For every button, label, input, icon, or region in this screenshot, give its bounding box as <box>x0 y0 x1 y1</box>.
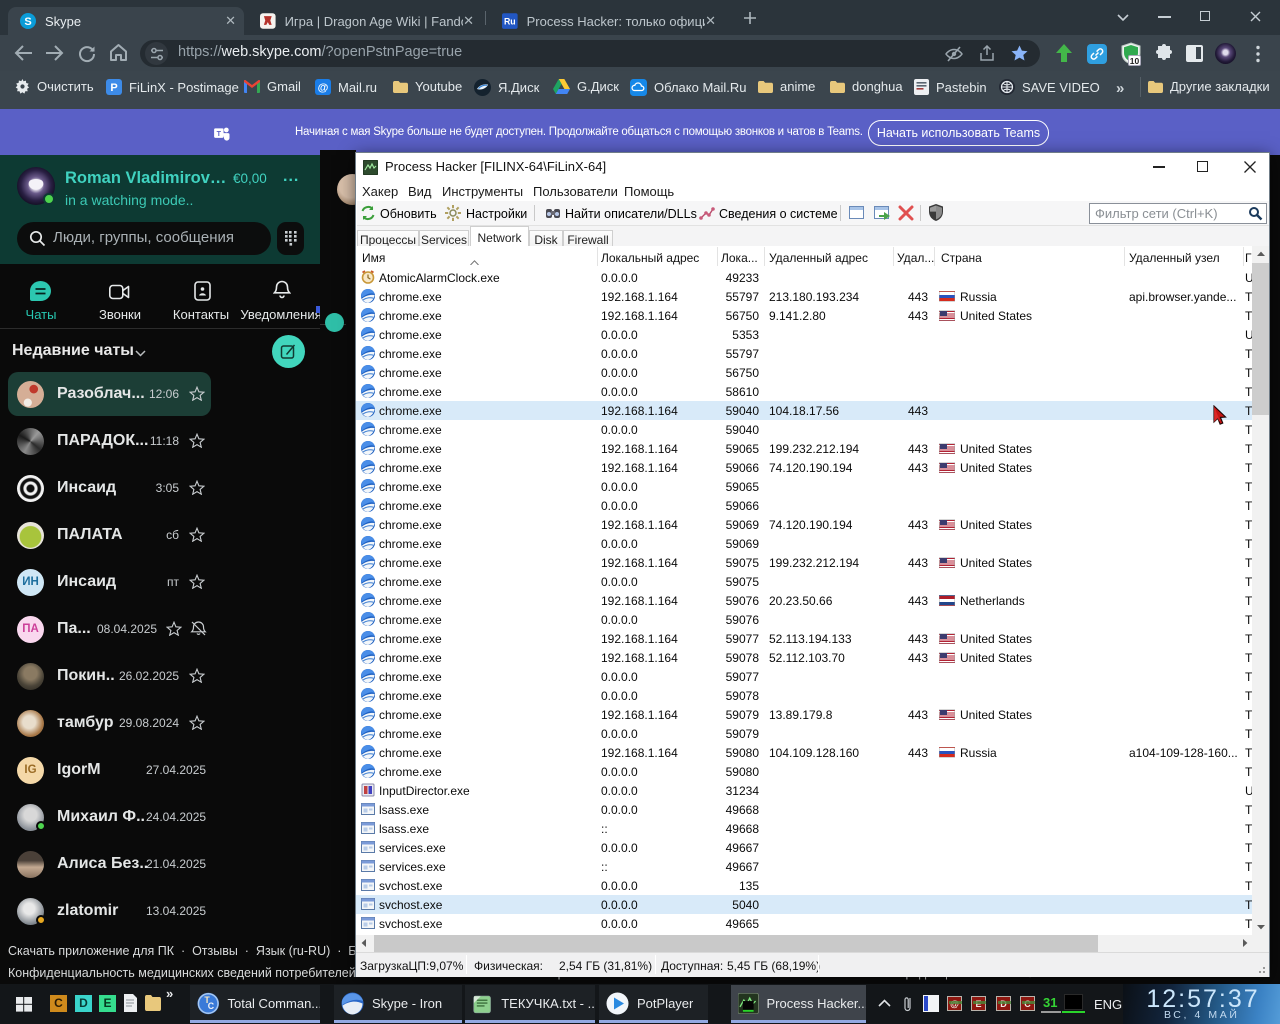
svg-text:S: S <box>24 16 31 28</box>
svg-text:Ru: Ru <box>504 16 516 26</box>
svg-text:@: @ <box>318 82 329 94</box>
svg-text:P: P <box>110 82 117 94</box>
svg-text:C: C <box>208 1001 215 1011</box>
svg-text:T: T <box>217 130 222 138</box>
